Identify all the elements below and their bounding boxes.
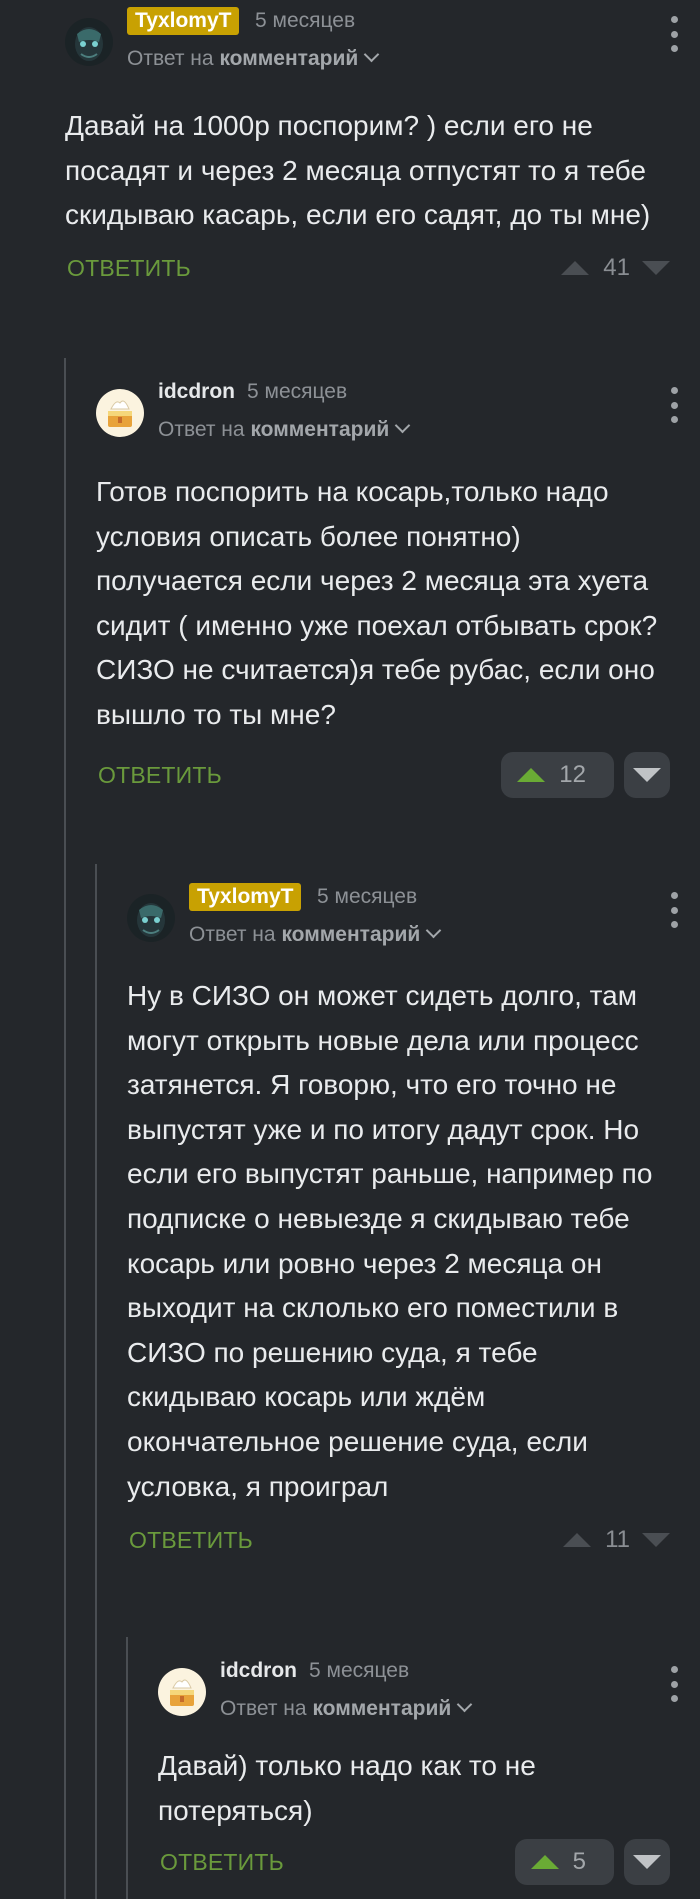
upvote-button[interactable]: 5 bbox=[514, 1839, 614, 1886]
reply-to[interactable]: Ответ на комментарий bbox=[189, 920, 442, 950]
downvote-button[interactable] bbox=[624, 751, 670, 798]
reply-to[interactable]: Ответ на комментарий bbox=[220, 1694, 473, 1724]
comment-time: 5 месяцев bbox=[317, 885, 418, 908]
chevron-down-icon[interactable] bbox=[363, 46, 380, 63]
reply-button[interactable]: ОТВЕТИТЬ bbox=[67, 243, 191, 293]
reply-target[interactable]: комментарий bbox=[219, 47, 358, 70]
triangle-up-icon bbox=[561, 260, 590, 275]
upvote-button[interactable]: 12 bbox=[501, 751, 614, 798]
reply-prefix: Ответ на bbox=[127, 47, 214, 70]
dark-mask-avatar-icon bbox=[127, 894, 175, 942]
author-name[interactable]: idcdron bbox=[220, 1654, 297, 1688]
more-options-icon[interactable] bbox=[670, 16, 678, 52]
reply-prefix: Ответ на bbox=[220, 1697, 307, 1720]
comment-time: 5 месяцев bbox=[255, 9, 356, 32]
comment-text: Готов поспорить на косарь,только надо ус… bbox=[96, 476, 658, 730]
more-options-icon[interactable] bbox=[670, 892, 678, 928]
comment-text: Давай на 1000р поспорим? ) если его не п… bbox=[65, 110, 651, 231]
reply-to[interactable]: Ответ на комментарий bbox=[127, 44, 380, 74]
score: 11 bbox=[605, 1526, 630, 1554]
comment-header: TyxlomyT 5 месяцев Ответ на комментарий bbox=[127, 880, 700, 960]
score: 5 bbox=[572, 1848, 586, 1876]
vote-controls: 5 bbox=[514, 1837, 670, 1887]
downvote-button[interactable] bbox=[642, 245, 670, 291]
downvote-button[interactable] bbox=[642, 1517, 670, 1563]
triangle-up-icon bbox=[530, 1855, 559, 1870]
chevron-down-icon[interactable] bbox=[425, 922, 442, 939]
comment-header: TyxlomyT 5 месяцев Ответ на комментарий bbox=[65, 4, 700, 84]
author-name[interactable]: TyxlomyT bbox=[127, 7, 240, 35]
upvote-button[interactable] bbox=[563, 1517, 592, 1563]
triangle-down-icon bbox=[642, 1533, 670, 1548]
score: 12 bbox=[559, 760, 586, 788]
downvote-button[interactable] bbox=[624, 1839, 670, 1886]
triangle-down-icon bbox=[633, 1855, 661, 1870]
user-avatar[interactable] bbox=[65, 18, 113, 66]
vote-controls: 12 bbox=[501, 750, 670, 800]
thread-line bbox=[64, 358, 66, 1899]
chevron-down-icon[interactable] bbox=[456, 1696, 473, 1713]
reply-prefix: Ответ на bbox=[189, 923, 276, 946]
reply-button[interactable]: ОТВЕТИТЬ bbox=[129, 1515, 253, 1565]
vote-controls: 41 bbox=[561, 243, 670, 293]
comment-actions: ОТВЕТИТЬ 41 bbox=[65, 243, 700, 293]
comment-time: 5 месяцев bbox=[309, 1659, 410, 1682]
thread-line bbox=[126, 1637, 128, 1899]
author-name[interactable]: idcdron bbox=[158, 375, 235, 409]
user-avatar[interactable] bbox=[96, 389, 144, 437]
score: 41 bbox=[603, 253, 630, 281]
author-name[interactable]: TyxlomyT bbox=[189, 883, 302, 911]
reply-button[interactable]: ОТВЕТИТЬ bbox=[98, 750, 222, 800]
comment-header: idcdron 5 месяцев Ответ на комментарий bbox=[96, 375, 700, 455]
comment-actions: ОТВЕТИТЬ 11 bbox=[127, 1515, 700, 1565]
user-avatar[interactable] bbox=[158, 1668, 206, 1716]
triangle-up-icon bbox=[563, 1533, 592, 1548]
vote-controls: 11 bbox=[563, 1515, 670, 1565]
more-options-icon[interactable] bbox=[670, 1666, 678, 1702]
comment-time: 5 месяцев bbox=[247, 380, 348, 403]
reply-to[interactable]: Ответ на комментарий bbox=[158, 415, 411, 445]
reply-button[interactable]: ОТВЕТИТЬ bbox=[160, 1837, 284, 1887]
comment-header: idcdron 5 месяцев Ответ на комментарий bbox=[158, 1654, 700, 1734]
reply-target[interactable]: комментарий bbox=[281, 923, 420, 946]
user-avatar[interactable] bbox=[127, 894, 175, 942]
reply-prefix: Ответ на bbox=[158, 418, 245, 441]
chevron-down-icon[interactable] bbox=[394, 417, 411, 434]
cake-avatar-icon bbox=[158, 1668, 206, 1716]
triangle-down-icon bbox=[633, 767, 661, 782]
comment: TyxlomyT 5 месяцев Ответ на комментарий … bbox=[127, 880, 700, 1565]
comment: TyxlomyT 5 месяцев Ответ на комментарий … bbox=[65, 4, 700, 293]
comment-actions: ОТВЕТИТЬ 12 bbox=[96, 750, 700, 800]
reply-target[interactable]: комментарий bbox=[250, 418, 389, 441]
triangle-up-icon bbox=[517, 767, 546, 782]
comment-actions: ОТВЕТИТЬ 5 bbox=[158, 1837, 700, 1887]
reply-target[interactable]: комментарий bbox=[312, 1697, 451, 1720]
comment: idcdron 5 месяцев Ответ на комментарий Д… bbox=[158, 1654, 700, 1887]
upvote-button[interactable] bbox=[561, 245, 590, 291]
cake-avatar-icon bbox=[96, 389, 144, 437]
comment-text: Давай) только надо как то не потеряться) bbox=[158, 1750, 536, 1826]
more-options-icon[interactable] bbox=[670, 387, 678, 423]
thread-line bbox=[95, 864, 97, 1899]
comment: idcdron 5 месяцев Ответ на комментарий Г… bbox=[96, 375, 700, 800]
triangle-down-icon bbox=[642, 260, 670, 275]
comment-text: Ну в СИЗО он может сидеть долго, там мог… bbox=[127, 980, 653, 1502]
dark-mask-avatar-icon bbox=[65, 18, 113, 66]
